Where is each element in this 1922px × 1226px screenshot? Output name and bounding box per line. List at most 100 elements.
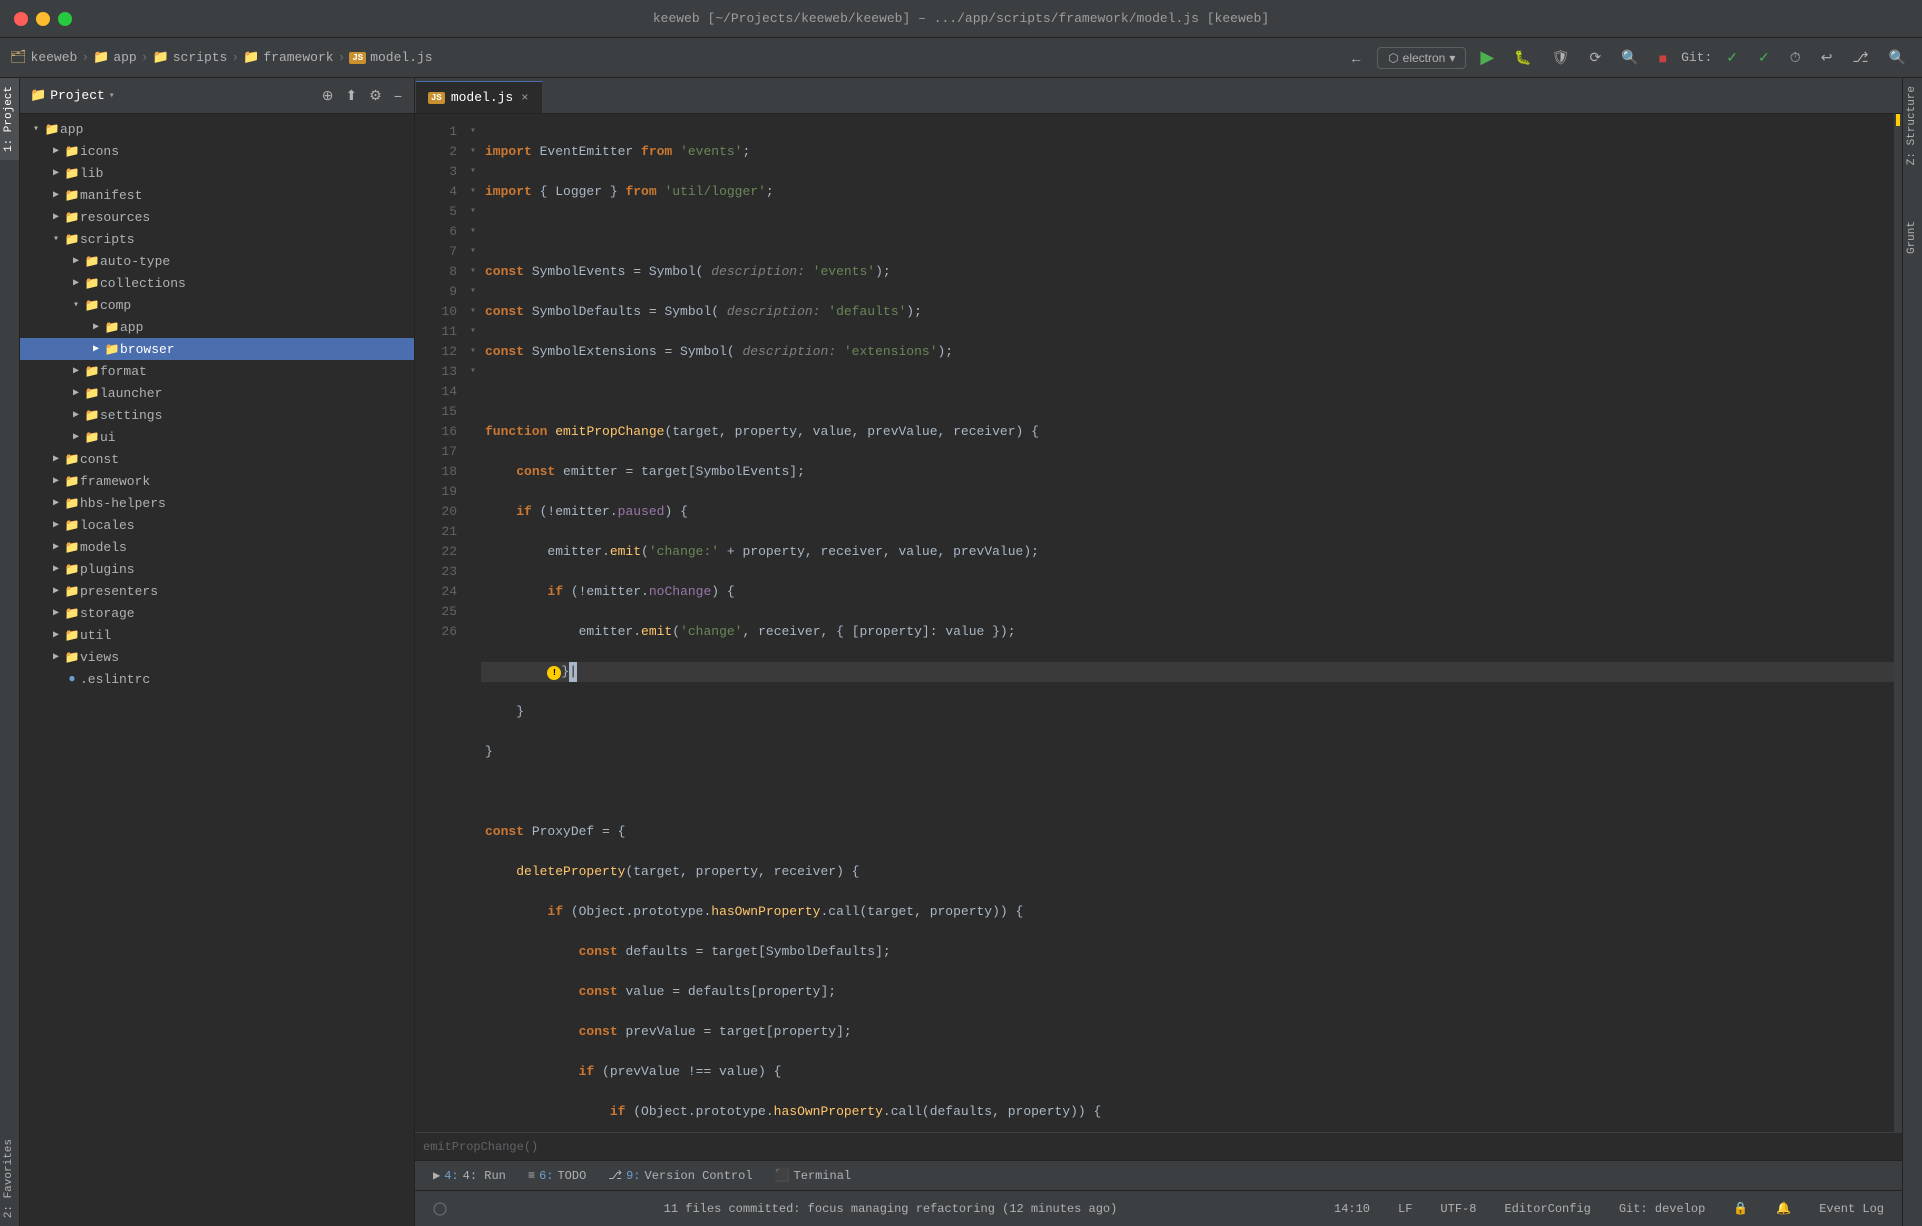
folder-icon: 📁 — [84, 298, 100, 313]
tree-item-models[interactable]: ▶ 📁 models — [20, 536, 414, 558]
code-line-23: const prevValue = target[property]; — [481, 1022, 1894, 1042]
breadcrumb-modeljs[interactable]: JS model.js — [349, 50, 432, 65]
collapse-all-button[interactable]: ⬆ — [344, 85, 360, 106]
indent-config[interactable]: EditorConfig — [1498, 1199, 1596, 1219]
search-button[interactable]: 🔍 — [1615, 46, 1644, 69]
tree-item-icons[interactable]: ▶ 📁 icons — [20, 140, 414, 162]
favorites-side-tab[interactable]: 2: Favorites — [0, 1131, 19, 1226]
run-tab[interactable]: ▶ 4: 4: Run — [423, 1165, 516, 1186]
git-rollback[interactable]: ↩ — [1815, 46, 1839, 69]
tree-item-settings[interactable]: ▶ 📁 settings — [20, 404, 414, 426]
git-check1[interactable]: ✓ — [1720, 46, 1744, 69]
git-history[interactable]: ⏱ — [1784, 46, 1807, 69]
close-button[interactable] — [14, 12, 28, 26]
tree-item-autotype[interactable]: ▶ 📁 auto-type — [20, 250, 414, 272]
todo-tab-icon: ≡ — [528, 1169, 535, 1183]
code-line-9: const emitter = target[SymbolEvents]; — [481, 462, 1894, 482]
tab-close-button[interactable]: × — [519, 89, 530, 107]
git-branch[interactable]: Git: develop — [1613, 1199, 1711, 1219]
status-right: 14:10 LF UTF-8 EditorConfig Git: develop… — [1328, 1198, 1890, 1219]
code-content[interactable]: import EventEmitter from 'events'; impor… — [481, 114, 1894, 1132]
editor-area: JS model.js × 123456 789101112 131415161… — [415, 78, 1902, 1226]
tree-item-views[interactable]: ▶ 📁 views — [20, 646, 414, 668]
nav-search[interactable]: 🔍 — [1883, 46, 1912, 69]
folder-icon: 📁 — [64, 650, 80, 665]
run-config-selector[interactable]: ⬡ electron ▾ — [1377, 47, 1466, 69]
code-line-4: const SymbolEvents = Symbol( description… — [481, 262, 1894, 282]
breadcrumb: 🗂 keeweb › 📁 app › 📁 scripts › 📁 framewo… — [10, 50, 433, 65]
tree-item-locales[interactable]: ▶ 📁 locales — [20, 514, 414, 536]
notifications-icon[interactable]: 🔔 — [1770, 1198, 1797, 1219]
tree-item-framework[interactable]: ▶ 📁 framework — [20, 470, 414, 492]
tab-model-js[interactable]: JS model.js × — [415, 81, 543, 113]
locate-file-button[interactable]: ⊕ — [320, 85, 336, 106]
code-line-22: const value = defaults[property]; — [481, 982, 1894, 1002]
stop-button[interactable]: ■ — [1653, 47, 1673, 69]
no-errors-icon[interactable] — [427, 1199, 453, 1219]
run-button[interactable]: ▶ — [1474, 44, 1500, 71]
tree-item-plugins[interactable]: ▶ 📁 plugins — [20, 558, 414, 580]
breadcrumb-keeweb[interactable]: 🗂 keeweb — [10, 50, 77, 65]
coverage-button[interactable]: 🛡 — [1546, 46, 1576, 69]
tree-item-presenters[interactable]: ▶ 📁 presenters — [20, 580, 414, 602]
vc-tab-icon: ⎇ — [608, 1168, 622, 1183]
commit-message: 11 files committed: focus managing refac… — [453, 1202, 1328, 1216]
maximize-button[interactable] — [58, 12, 72, 26]
tree-item-comp-browser[interactable]: ▶ 📁 browser — [20, 338, 414, 360]
traffic-lights — [14, 12, 72, 26]
code-line-21: const defaults = target[SymbolDefaults]; — [481, 942, 1894, 962]
code-line-8: function emitPropChange(target, property… — [481, 422, 1894, 442]
event-log[interactable]: Event Log — [1813, 1199, 1890, 1219]
grunt-side-tab[interactable]: Grunt — [1903, 213, 1922, 262]
settings-button[interactable]: ⚙ — [367, 85, 384, 106]
tree-item-lib[interactable]: ▶ 📁 lib — [20, 162, 414, 184]
tree-item-const[interactable]: ▶ 📁 const — [20, 448, 414, 470]
tree-item-hbs-helpers[interactable]: ▶ 📁 hbs-helpers — [20, 492, 414, 514]
minimize-panel-button[interactable]: − — [392, 86, 404, 106]
folder-icon: 📁 — [64, 562, 80, 577]
tree-item-resources[interactable]: ▶ 📁 resources — [20, 206, 414, 228]
breadcrumb-framework[interactable]: 📁 framework — [243, 50, 333, 65]
breadcrumb-app[interactable]: 📁 app — [93, 50, 137, 65]
line-numbers: 123456 789101112 131415161718 1920212223… — [415, 114, 465, 1132]
fold-gutter: ▾ ▾ ▾ ▾ ▾ ▾ ▾ ▾ ▾ ▾ ▾ ▾ ▾ — [465, 114, 481, 1132]
tree-item-scripts[interactable]: ▾ 📁 scripts — [20, 228, 414, 250]
todo-tab[interactable]: ≡ 6: TODO — [518, 1166, 596, 1186]
tree-item-ui[interactable]: ▶ 📁 ui — [20, 426, 414, 448]
debug-button[interactable]: 🐛 — [1508, 46, 1537, 69]
tree-item-comp-app[interactable]: ▶ 📁 app — [20, 316, 414, 338]
tree-item-storage[interactable]: ▶ 📁 storage — [20, 602, 414, 624]
electron-icon: ⬡ — [1388, 51, 1398, 65]
git-branches[interactable]: ⎇ — [1846, 46, 1874, 69]
tree-item-collections[interactable]: ▶ 📁 collections — [20, 272, 414, 294]
code-line-11: emitter.emit('change:' + property, recei… — [481, 542, 1894, 562]
cursor-position[interactable]: 14:10 — [1328, 1199, 1376, 1219]
folder-icon-scripts: 📁 — [153, 50, 169, 65]
tree-item-manifest[interactable]: ▶ 📁 manifest — [20, 184, 414, 206]
back-button[interactable]: ← — [1343, 47, 1369, 69]
structure-side-tab[interactable]: Z: Structure — [1903, 78, 1922, 173]
minimize-button[interactable] — [36, 12, 50, 26]
tree-item-util[interactable]: ▶ 📁 util — [20, 624, 414, 646]
tree-item-eslintrc[interactable]: ● .eslintrc — [20, 668, 414, 690]
line-ending[interactable]: LF — [1392, 1199, 1418, 1219]
main-area: 1: Project 2: Favorites 📁 Project ▾ ⊕ ⬆ … — [0, 78, 1922, 1226]
editor-tabs: JS model.js × — [415, 78, 1902, 114]
tree-item-format[interactable]: ▶ 📁 format — [20, 360, 414, 382]
tree-item-launcher[interactable]: ▶ 📁 launcher — [20, 382, 414, 404]
breadcrumb-scripts[interactable]: 📁 scripts — [153, 50, 228, 65]
project-side-tab[interactable]: 1: Project — [0, 78, 19, 160]
tree-item-comp[interactable]: ▾ 📁 comp — [20, 294, 414, 316]
terminal-tab[interactable]: ⬛ Terminal — [765, 1165, 862, 1186]
git-check2[interactable]: ✓ — [1752, 46, 1776, 69]
terminal-icon: ⬛ — [775, 1168, 790, 1183]
titlebar: keeweb [~/Projects/keeweb/keeweb] – .../… — [0, 0, 1922, 38]
folder-icon: 📁 — [64, 188, 80, 203]
right-scrollbar[interactable] — [1894, 114, 1902, 1132]
project-dropdown-icon[interactable]: ▾ — [109, 90, 115, 102]
more-button[interactable]: ⟳ — [1583, 46, 1607, 69]
version-control-tab[interactable]: ⎇ 9: Version Control — [598, 1165, 762, 1186]
tree-item-app[interactable]: ▾ 📁 app — [20, 118, 414, 140]
encoding[interactable]: UTF-8 — [1434, 1199, 1482, 1219]
folder-icon: 📁 — [104, 342, 120, 357]
